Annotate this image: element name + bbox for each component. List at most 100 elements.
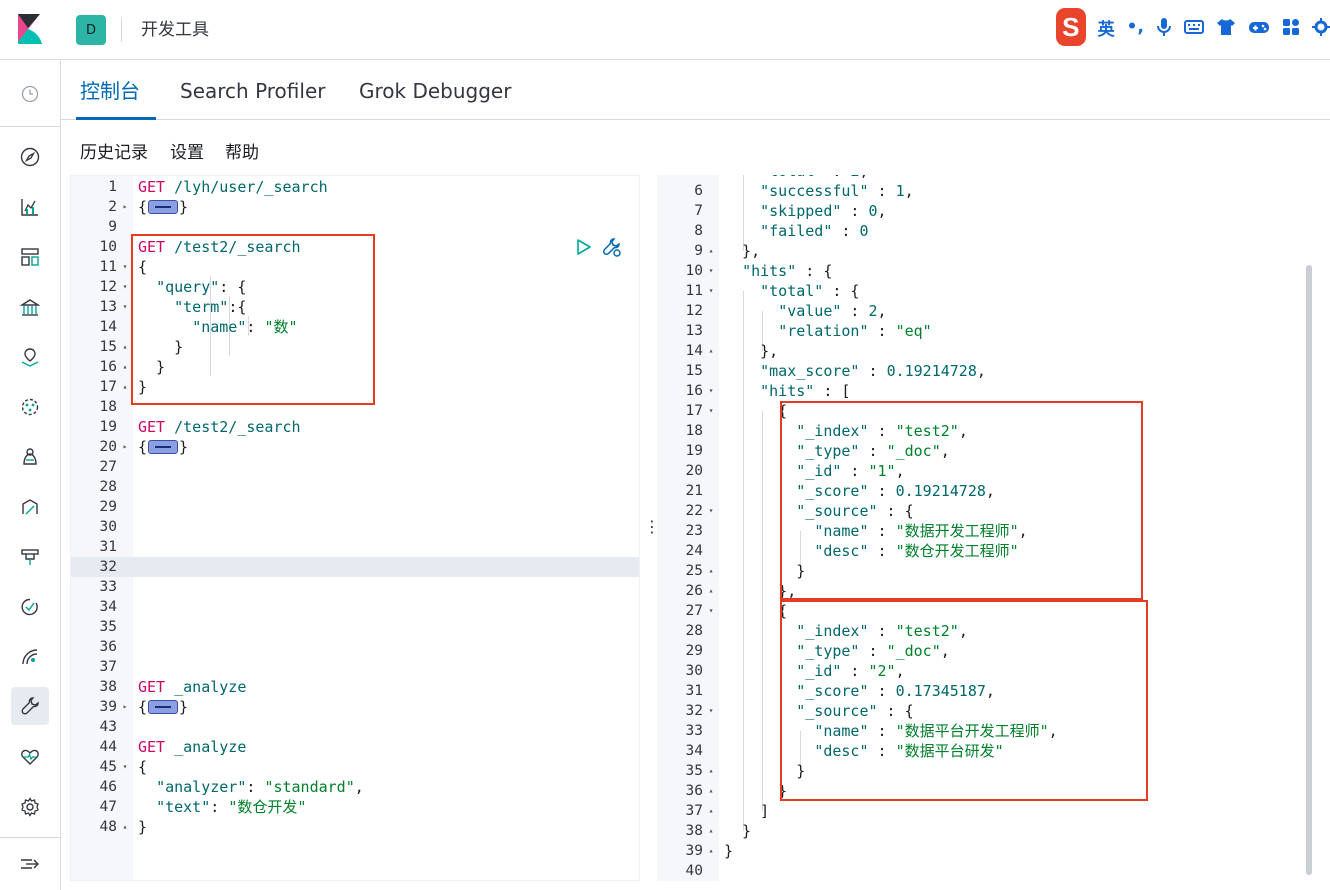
code-line[interactable]: 36 <box>71 637 639 657</box>
settings-link[interactable]: 设置 <box>170 141 204 165</box>
code-line[interactable]: 2 ▸ {} <box>71 197 639 217</box>
ml-icon[interactable] <box>17 394 43 420</box>
tab-grok-debugger[interactable]: Grok Debugger <box>359 79 511 103</box>
fold-toggle-icon[interactable]: ▴ <box>706 761 716 781</box>
fold-toggle-icon[interactable]: ▾ <box>706 281 716 301</box>
fold-toggle-icon[interactable]: ▾ <box>120 277 130 297</box>
metrics-icon[interactable] <box>17 494 43 520</box>
gamepad-icon[interactable] <box>1248 19 1270 35</box>
code-line[interactable]: 9 ▴ }, <box>657 241 1320 261</box>
space-avatar[interactable]: D <box>76 15 106 45</box>
code-line[interactable]: 16 ▾ "hits" : [ <box>657 381 1320 401</box>
code-line[interactable]: 13 "relation" : "eq" <box>657 321 1320 341</box>
toolbox-icon[interactable] <box>1282 18 1300 36</box>
code-line[interactable]: 38 ▴ } <box>657 821 1320 841</box>
layout-icon[interactable] <box>17 244 43 270</box>
tab-search-profiler[interactable]: Search Profiler <box>180 79 325 103</box>
ime-settings-icon[interactable] <box>1312 18 1330 36</box>
siem-icon[interactable] <box>17 644 43 670</box>
collapsed-block-icon[interactable] <box>148 440 179 454</box>
fold-toggle-icon[interactable]: ▾ <box>706 701 716 721</box>
clock-icon[interactable] <box>17 81 43 107</box>
tab-console[interactable]: 控制台 <box>80 79 140 103</box>
ime-language-toggle[interactable]: 英 <box>1098 15 1115 40</box>
code-line[interactable]: 7 "skipped" : 0, <box>657 201 1320 221</box>
canvas-icon[interactable] <box>17 294 43 320</box>
fold-toggle-icon[interactable]: ▴ <box>706 561 716 581</box>
code-line[interactable]: 45 ▾ { <box>71 757 639 777</box>
skin-icon[interactable] <box>1216 18 1236 36</box>
fold-toggle-icon[interactable]: ▾ <box>120 757 130 777</box>
code-line[interactable]: 14 ▴ }, <box>657 341 1320 361</box>
fold-toggle-icon[interactable]: ▴ <box>706 341 716 361</box>
microphone-icon[interactable] <box>1156 17 1172 37</box>
fold-toggle-icon[interactable]: ▴ <box>706 801 716 821</box>
apm-icon[interactable] <box>17 544 43 570</box>
map-pin-icon[interactable] <box>17 344 43 370</box>
code-line[interactable]: 44 GET _analyze <box>71 737 639 757</box>
ime-punctuation-toggle[interactable]: •, <box>1127 17 1144 37</box>
code-line[interactable]: 10 ▾ "hits" : { <box>657 261 1320 281</box>
fold-toggle-icon[interactable]: ▸ <box>120 697 130 717</box>
wrench-icon[interactable] <box>602 237 622 261</box>
code-line[interactable]: 37 <box>71 657 639 677</box>
code-line[interactable]: 48 ▴} <box>71 817 639 837</box>
code-line[interactable]: 15 "max_score" : 0.19214728, <box>657 361 1320 381</box>
code-line[interactable]: 31 <box>71 537 639 557</box>
code-line[interactable]: 39 ▴} <box>657 841 1320 861</box>
code-line[interactable]: 8 "failed" : 0 <box>657 221 1320 241</box>
settings-icon[interactable] <box>17 794 43 820</box>
fold-toggle-icon[interactable]: ▾ <box>120 257 130 277</box>
fold-toggle-icon[interactable]: ▸ <box>120 197 130 217</box>
fold-toggle-icon[interactable]: ▾ <box>706 381 716 401</box>
collapse-icon[interactable] <box>17 851 43 877</box>
help-link[interactable]: 帮助 <box>225 141 259 165</box>
pane-resize-handle[interactable]: ⋮ <box>644 517 660 537</box>
code-line[interactable]: 47 "text": "数仓开发" <box>71 797 639 817</box>
play-icon[interactable] <box>576 238 592 260</box>
fold-toggle-icon[interactable]: ▴ <box>706 581 716 601</box>
kibana-logo-icon[interactable] <box>14 12 44 46</box>
code-line[interactable]: 33 <box>71 577 639 597</box>
code-line[interactable]: 37 ▴ ] <box>657 801 1320 821</box>
code-line[interactable]: 12 "value" : 2, <box>657 301 1320 321</box>
collapsed-block-icon[interactable] <box>148 200 179 214</box>
fold-toggle-icon[interactable]: ▴ <box>706 841 716 861</box>
fold-toggle-icon[interactable]: ▴ <box>706 781 716 801</box>
code-line[interactable]: 40 <box>657 861 1320 881</box>
fold-toggle-icon[interactable]: ▴ <box>706 241 716 261</box>
code-line[interactable]: 34 <box>71 597 639 617</box>
fold-toggle-icon[interactable]: ▾ <box>706 261 716 281</box>
fold-toggle-icon[interactable]: ▴ <box>120 817 130 837</box>
uptime-icon[interactable] <box>17 594 43 620</box>
code-line[interactable]: 43 <box>71 717 639 737</box>
code-line[interactable]: 11 ▾ "total" : { <box>657 281 1320 301</box>
code-line[interactable]: 29 <box>71 497 639 517</box>
fold-toggle-icon[interactable]: ▾ <box>706 401 716 421</box>
history-link[interactable]: 历史记录 <box>80 141 148 165</box>
sogou-logo-icon[interactable]: S <box>1056 8 1086 46</box>
code-line[interactable]: 20 ▸ {} <box>71 437 639 457</box>
keyboard-icon[interactable] <box>1184 19 1204 35</box>
monitoring-icon[interactable] <box>17 744 43 770</box>
code-line[interactable]: 19 GET /test2/_search <box>71 417 639 437</box>
fold-toggle-icon[interactable]: ▴ <box>120 357 130 377</box>
fold-toggle-icon[interactable]: ▾ <box>706 601 716 621</box>
code-line[interactable]: 38 GET _analyze <box>71 677 639 697</box>
fold-toggle-icon[interactable]: ▴ <box>120 377 130 397</box>
compass-icon[interactable] <box>17 144 43 170</box>
fold-toggle-icon[interactable]: ▴ <box>120 337 130 357</box>
code-line[interactable]: 28 <box>71 477 639 497</box>
code-line[interactable]: 32 <box>71 557 639 577</box>
response-scrollbar[interactable] <box>1306 265 1312 875</box>
logs-icon[interactable] <box>17 444 43 470</box>
code-line[interactable]: 46 "analyzer": "standard", <box>71 777 639 797</box>
code-line[interactable]: 30 <box>71 517 639 537</box>
dashboard-chart-icon[interactable] <box>17 194 43 220</box>
code-line[interactable]: 1 GET /lyh/user/_search <box>71 177 639 197</box>
dev-tools-icon[interactable] <box>11 687 49 725</box>
code-line[interactable]: 39 ▸ {} <box>71 697 639 717</box>
fold-toggle-icon[interactable]: ▸ <box>120 437 130 457</box>
fold-toggle-icon[interactable]: ▾ <box>706 501 716 521</box>
code-line[interactable]: 6 "successful" : 1, <box>657 181 1320 201</box>
